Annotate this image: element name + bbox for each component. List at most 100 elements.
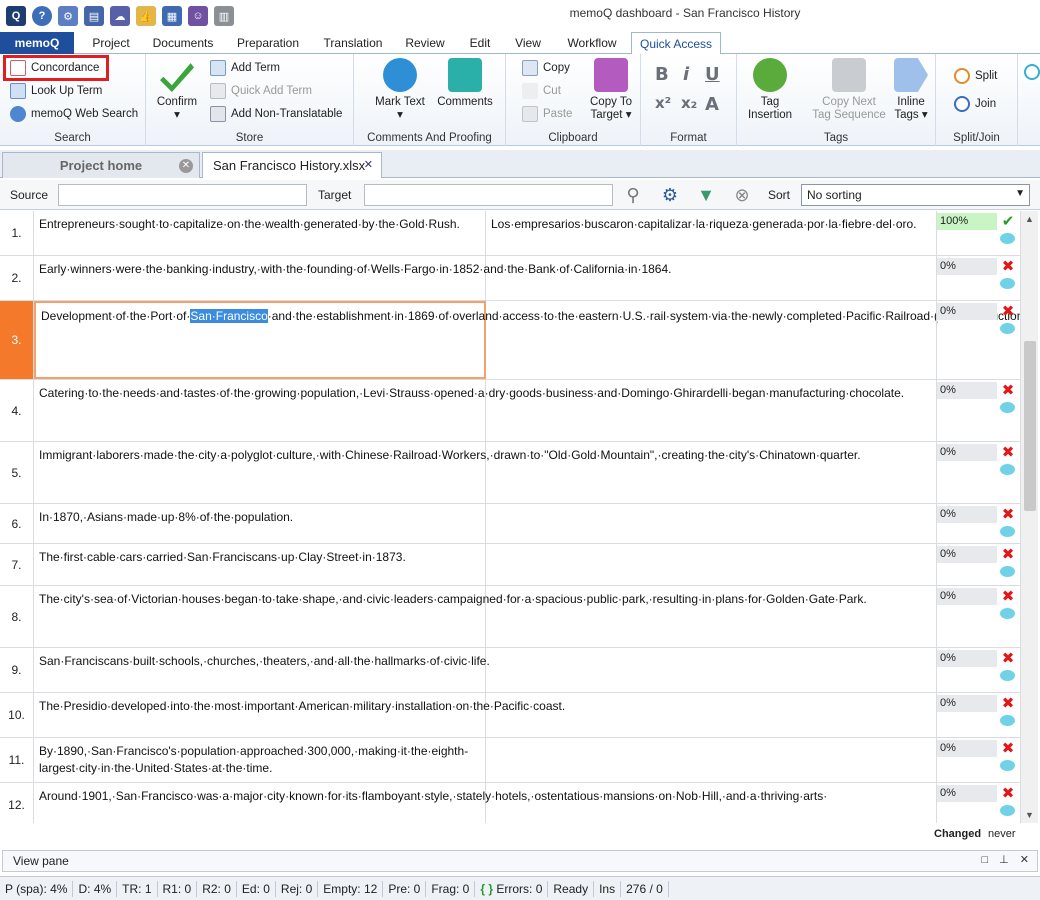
add-filter-icon[interactable]: ▼ (693, 183, 719, 207)
source-cell[interactable]: In·1870,·Asians·made·up·8%·of·the·popula… (34, 504, 486, 543)
comment-icon[interactable] (1000, 566, 1015, 577)
overflow-button[interactable] (1024, 62, 1040, 82)
view-pane[interactable]: View pane □ ⊥ ✕ (2, 850, 1038, 872)
source-cell[interactable]: Development·of·the·Port·of·San·Francisco… (34, 301, 1020, 379)
cut-button[interactable]: Cut (522, 81, 561, 101)
vertical-scrollbar[interactable]: ▲ ▼ (1020, 211, 1038, 823)
add-term-button[interactable]: Add Term (210, 58, 280, 78)
table-row[interactable]: 8. The·city's·sea·of·Victorian·houses·be… (0, 586, 1020, 648)
confirm-button[interactable]: Confirm ▾ (152, 58, 202, 122)
tab-project-home[interactable]: Project home ✕ (2, 152, 200, 178)
source-cell[interactable]: Catering·to·the·needs·and·tastes·of·the·… (34, 380, 904, 441)
target-cell[interactable] (486, 586, 937, 647)
split-button[interactable]: Split (954, 66, 997, 86)
web-search-button[interactable]: memoQ Web Search (10, 104, 138, 124)
paste-button[interactable]: Paste (522, 104, 572, 124)
source-cell[interactable]: The·first·cable·cars·carried·San·Francis… (34, 544, 486, 585)
quick-add-term-button[interactable]: Quick Add Term (210, 81, 312, 101)
comment-icon[interactable] (1000, 323, 1015, 334)
gear-icon[interactable]: ⚙ (657, 183, 683, 207)
tag-insertion-button[interactable]: Tag Insertion (743, 58, 797, 122)
comment-icon[interactable] (1000, 805, 1015, 816)
source-cell[interactable]: The·city's·sea·of·Victorian·houses·began… (34, 586, 867, 647)
target-cell[interactable] (486, 256, 937, 300)
table-row[interactable]: 12. Around·1901,·San·Francisco·was·a·maj… (0, 783, 1020, 823)
add-non-translatable-button[interactable]: Add Non-Translatable (210, 104, 342, 124)
comment-icon[interactable] (1000, 278, 1015, 289)
inline-tags-button[interactable]: Inline Tags ▾ (889, 58, 933, 122)
tab-preparation[interactable]: Preparation (226, 32, 310, 54)
target-cell[interactable]: Los·empresarios·buscaron·capitalizar·la·… (486, 211, 937, 255)
target-cell[interactable] (486, 648, 937, 692)
table-row[interactable]: 4. Catering·to·the·needs·and·tastes·of·t… (0, 380, 1020, 442)
bold-icon[interactable]: B (655, 64, 669, 85)
close-icon[interactable]: ✕ (179, 159, 193, 173)
tab-edit[interactable]: Edit (458, 32, 502, 54)
case-icon[interactable]: A (705, 94, 719, 115)
source-cell[interactable]: Early·winners·were·the·banking·industry,… (34, 256, 672, 300)
table-row[interactable]: 9. San·Franciscans·built·schools,·church… (0, 648, 1020, 693)
subscript-icon[interactable]: x₂ (681, 94, 697, 112)
comment-icon[interactable] (1000, 233, 1015, 244)
scroll-down-icon[interactable]: ▼ (1025, 810, 1034, 820)
target-cell[interactable] (486, 738, 937, 782)
target-cell[interactable] (486, 783, 937, 823)
comment-icon[interactable] (1000, 670, 1015, 681)
tab-translation[interactable]: Translation (316, 32, 390, 54)
italic-icon[interactable]: i (683, 64, 689, 85)
tab-review[interactable]: Review (398, 32, 452, 54)
copy-to-target-button[interactable]: Copy To Target ▾ (584, 58, 638, 122)
comment-icon[interactable] (1000, 608, 1015, 619)
scrollbar-thumb[interactable] (1024, 341, 1036, 511)
copy-next-tag-sequence-button[interactable]: Copy Next Tag Sequence (809, 58, 889, 122)
target-cell[interactable] (486, 504, 937, 543)
comment-icon[interactable] (1000, 526, 1015, 537)
target-cell[interactable] (486, 544, 937, 585)
table-row[interactable]: 7. The·first·cable·cars·carried·San·Fran… (0, 544, 1020, 586)
scroll-up-icon[interactable]: ▲ (1025, 214, 1034, 224)
pane-control-icons[interactable]: □ ⊥ ✕ (981, 853, 1033, 866)
target-cell[interactable] (486, 442, 937, 503)
copy-button[interactable]: Copy (522, 58, 570, 78)
source-cell[interactable]: Immigrant·laborers·made·the·city·a·polyg… (34, 442, 861, 503)
underline-icon[interactable]: U (705, 64, 720, 85)
tab-project[interactable]: Project (82, 32, 140, 54)
tab-view[interactable]: View (506, 32, 550, 54)
comment-icon[interactable] (1000, 464, 1015, 475)
table-row[interactable]: 10. The·Presidio·developed·into·the·most… (0, 693, 1020, 738)
source-cell[interactable]: The·Presidio·developed·into·the·most·imp… (34, 693, 565, 737)
look-up-term-button[interactable]: Look Up Term (10, 81, 102, 101)
table-row[interactable]: 5. Immigrant·laborers·made·the·city·a·po… (0, 442, 1020, 504)
tab-memoq[interactable]: memoQ (0, 32, 74, 54)
tab-workflow[interactable]: Workflow (556, 32, 628, 54)
target-cell[interactable] (486, 301, 937, 379)
source-cell[interactable]: San·Franciscans·built·schools,·churches,… (34, 648, 490, 692)
target-cell[interactable] (486, 693, 937, 737)
search-icon[interactable]: ⚲ (620, 183, 646, 207)
tab-document[interactable]: San Francisco History.xlsx ✕ (202, 152, 382, 178)
table-row[interactable]: 1. Entrepreneurs·sought·to·capitalize·on… (0, 211, 1020, 256)
source-filter-input[interactable] (58, 184, 307, 206)
join-button[interactable]: Join (954, 94, 996, 114)
target-cell[interactable] (486, 380, 937, 441)
comment-icon[interactable] (1000, 715, 1015, 726)
table-row-active[interactable]: 3. Development·of·the·Port·of·San·Franci… (0, 301, 1020, 380)
source-cell[interactable]: By·1890,·San·Francisco's·population·appr… (34, 738, 486, 782)
close-icon[interactable]: ✕ (364, 158, 373, 171)
clear-filter-icon[interactable]: ⊗ (729, 183, 755, 207)
superscript-icon[interactable]: x² (655, 94, 671, 112)
table-row[interactable]: 11. By·1890,·San·Francisco's·population·… (0, 738, 1020, 783)
selected-text: San·Francisco (190, 309, 268, 323)
source-cell[interactable]: Around·1901,·San·Francisco·was·a·major·c… (34, 783, 827, 823)
tab-documents[interactable]: Documents (146, 32, 220, 54)
tab-quick-access[interactable]: Quick Access (631, 32, 721, 55)
target-filter-input[interactable] (364, 184, 613, 206)
sort-select[interactable]: No sorting ▼ (801, 184, 1030, 206)
comments-button[interactable]: Comments (436, 58, 494, 109)
source-cell[interactable]: Entrepreneurs·sought·to·capitalize·on·th… (34, 211, 486, 255)
comment-icon[interactable] (1000, 402, 1015, 413)
mark-text-button[interactable]: Mark Text ▾ (372, 58, 428, 122)
table-row[interactable]: 2. Early·winners·were·the·banking·indust… (0, 256, 1020, 301)
comment-icon[interactable] (1000, 760, 1015, 771)
table-row[interactable]: 6. In·1870,·Asians·made·up·8%·of·the·pop… (0, 504, 1020, 544)
